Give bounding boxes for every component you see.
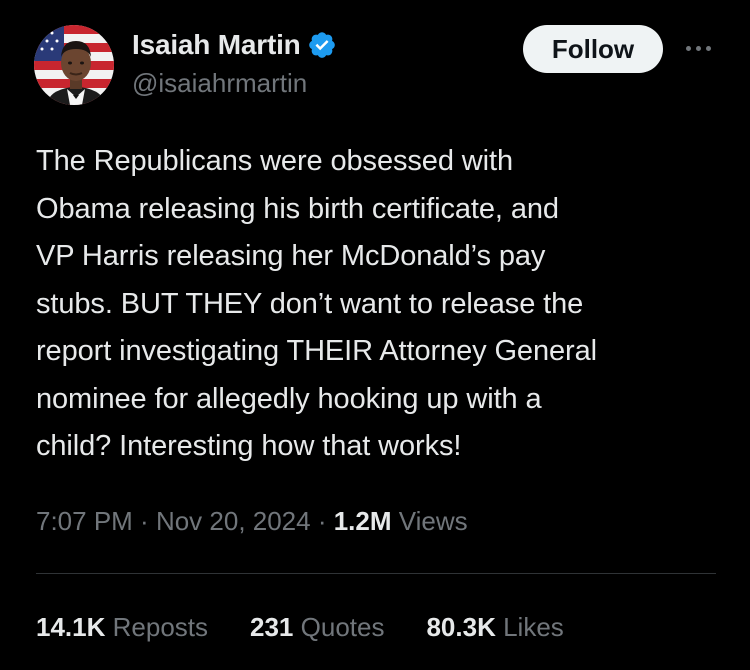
avatar[interactable]: [34, 25, 114, 105]
tweet-text: The Republicans were obsessed with Obama…: [36, 145, 597, 462]
more-dot: [695, 45, 701, 51]
reposts-count: 14.1K: [36, 612, 106, 642]
reposts-label: Reposts: [112, 612, 209, 642]
meta-separator: ·: [132, 506, 156, 536]
engagement-stats: 14.1K Reposts 231 Quotes 80.3K Likes: [36, 610, 564, 644]
tweet-time[interactable]: 7:07 PM: [36, 506, 133, 536]
views-label: Views: [398, 506, 468, 536]
quotes-label: Quotes: [300, 612, 385, 642]
author-display-name[interactable]: Isaiah Martin: [132, 28, 301, 62]
quotes-stat[interactable]: 231 Quotes: [250, 610, 384, 644]
more-horizontal-icon[interactable]: [678, 36, 718, 60]
verified-badge-icon: [307, 30, 337, 60]
reposts-stat[interactable]: 14.1K Reposts: [36, 610, 208, 644]
author-name-row[interactable]: Isaiah Martin: [132, 28, 337, 62]
quotes-count: 231: [250, 612, 294, 642]
more-dot: [705, 45, 711, 51]
likes-label: Likes: [503, 612, 564, 642]
more-dot: [685, 45, 691, 51]
tweet-card: Isaiah Martin @isaiahrmartin Follow The …: [0, 0, 750, 670]
likes-stat[interactable]: 80.3K Likes: [426, 610, 563, 644]
tweet-meta: 7:07 PM · Nov 20, 2024 · 1.2M Views: [36, 504, 468, 538]
author-handle[interactable]: @isaiahrmartin: [132, 66, 337, 100]
author-block: Isaiah Martin @isaiahrmartin: [132, 28, 337, 100]
divider: [36, 573, 716, 574]
follow-button[interactable]: Follow: [523, 25, 663, 73]
meta-separator: ·: [310, 506, 334, 536]
tweet-date[interactable]: Nov 20, 2024: [156, 506, 311, 536]
likes-count: 80.3K: [426, 612, 496, 642]
views-count: 1.2M: [333, 506, 392, 536]
avatar-image: [34, 25, 114, 105]
